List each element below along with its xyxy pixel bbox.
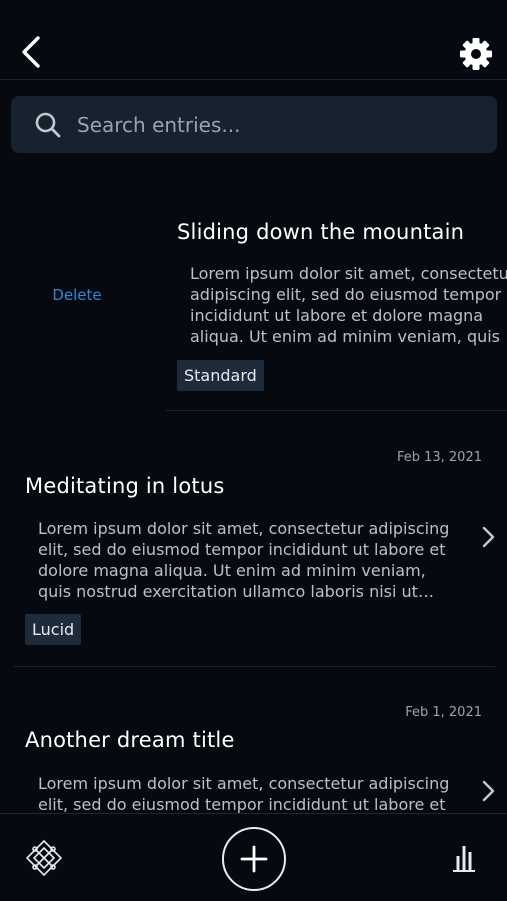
chevron-right-icon	[482, 526, 495, 548]
delete-button[interactable]: Delete	[40, 286, 114, 308]
entry-title: Sliding down the mountain	[177, 220, 465, 244]
lotus-logo-icon	[25, 839, 63, 877]
top-bar	[0, 0, 507, 80]
swiped-entry: Delete Sliding down the mountain Lorem i…	[0, 160, 507, 411]
settings-button[interactable]	[456, 34, 496, 74]
list-item[interactable]: Feb 1, 2021 Another dream title Lorem ip…	[0, 667, 507, 813]
entry-excerpt: Lorem ipsum dolor sit amet, consectetur …	[190, 264, 507, 346]
entry-excerpt: Lorem ipsum dolor sit amet, consectetur …	[38, 774, 450, 813]
search-input[interactable]	[75, 106, 479, 144]
entry-tag[interactable]: Lucid	[25, 614, 82, 645]
entry-tag[interactable]: Standard	[177, 360, 264, 391]
chevron-left-icon	[22, 36, 40, 68]
entries-list: Delete Sliding down the mountain Lorem i…	[0, 160, 507, 813]
entry-title: Meditating in lotus	[25, 474, 225, 498]
bottom-nav	[0, 813, 507, 901]
entry-card: Feb 13, 2021 Meditating in lotus Lorem i…	[14, 411, 495, 667]
entry-card: Feb 1, 2021 Another dream title Lorem ip…	[14, 667, 495, 813]
entry-date: Feb 13, 2021	[396, 450, 482, 465]
list-item[interactable]: Feb 13, 2021 Meditating in lotus Lorem i…	[0, 411, 507, 667]
gear-icon	[460, 38, 492, 70]
stats-button[interactable]	[450, 842, 478, 874]
bar-chart-icon	[453, 846, 475, 872]
add-entry-button[interactable]	[222, 827, 286, 891]
home-button[interactable]	[24, 838, 64, 878]
back-button[interactable]	[14, 34, 50, 70]
entry-card[interactable]: Sliding down the mountain Lorem ipsum do…	[166, 160, 507, 411]
entry-title: Another dream title	[25, 728, 235, 752]
chevron-right-icon	[482, 780, 495, 802]
plus-icon	[240, 845, 268, 873]
search-icon	[35, 112, 61, 138]
search-bar	[11, 96, 497, 153]
entry-date: Feb 1, 2021	[405, 705, 482, 720]
entry-excerpt: Lorem ipsum dolor sit amet, consectetur …	[38, 519, 450, 601]
